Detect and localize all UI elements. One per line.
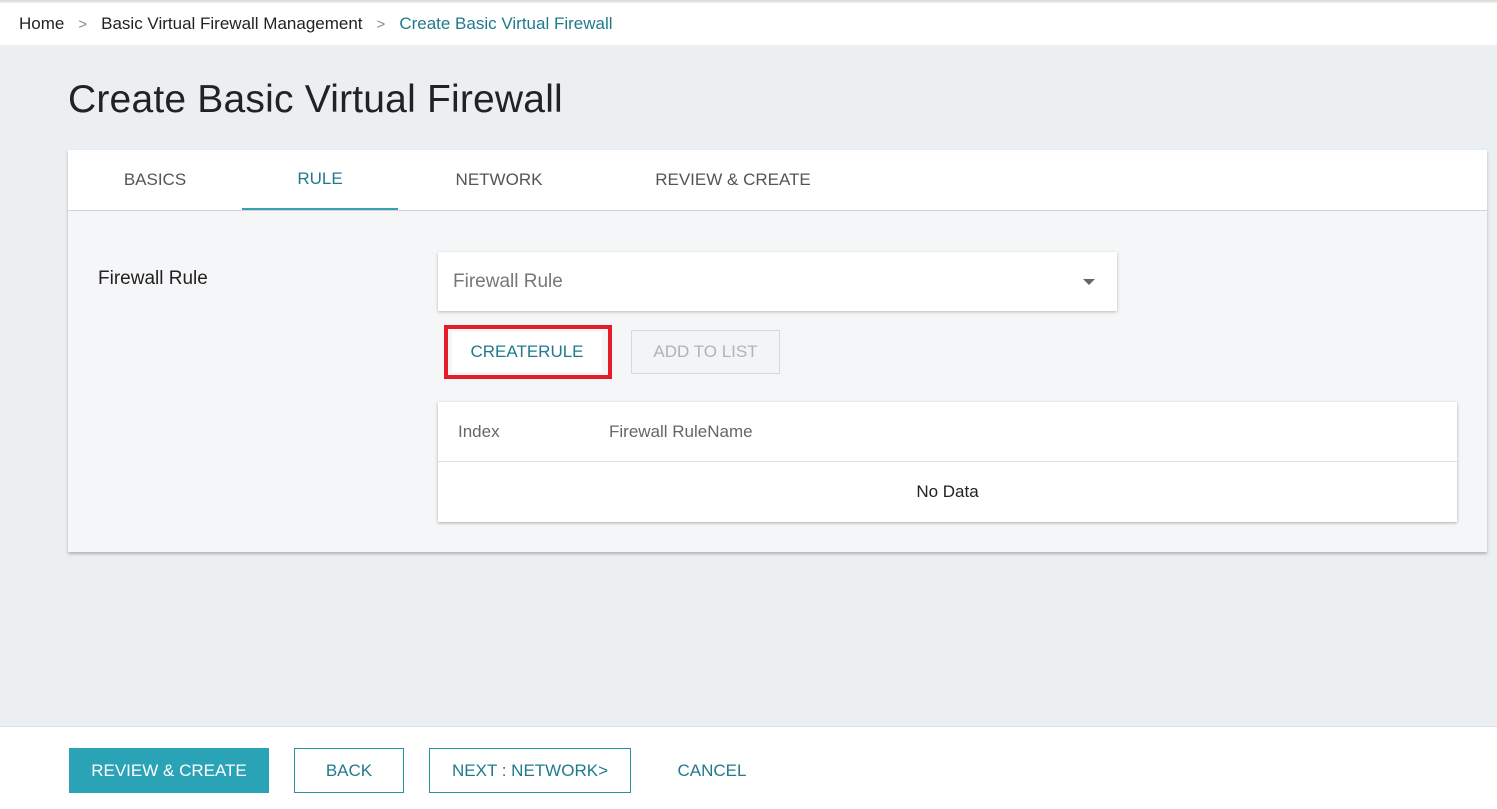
page-title: Create Basic Virtual Firewall (68, 78, 563, 121)
table-empty-state: No Data (916, 482, 979, 501)
breadcrumb-separator: > (78, 15, 88, 33)
form-card: BASICS RULE NETWORK REVIEW & CREATE Fire… (68, 150, 1487, 552)
tab-review-create[interactable]: REVIEW & CREATE (628, 150, 838, 210)
tab-basics[interactable]: BASICS (88, 150, 222, 210)
breadcrumb-current: Create Basic Virtual Firewall (399, 14, 613, 33)
add-to-list-button[interactable]: ADD TO LIST (631, 330, 780, 374)
tab-rule[interactable]: RULE (242, 150, 398, 210)
firewall-rule-select-placeholder: Firewall Rule (453, 270, 563, 292)
review-create-button[interactable]: REVIEW & CREATE (69, 748, 269, 793)
firewall-rule-label: Firewall Rule (98, 268, 208, 289)
next-network-button[interactable]: NEXT : NETWORK> (429, 748, 631, 793)
breadcrumb-firewall-management[interactable]: Basic Virtual Firewall Management (101, 14, 362, 34)
breadcrumb: Home > Basic Virtual Firewall Management… (0, 3, 1497, 45)
cancel-button[interactable]: CANCEL (661, 748, 763, 793)
tab-network[interactable]: NETWORK (418, 150, 580, 210)
tab-bar: BASICS RULE NETWORK REVIEW & CREATE (68, 150, 1487, 211)
caret-down-icon (1083, 279, 1095, 285)
breadcrumb-home[interactable]: Home (19, 14, 64, 34)
table-header: Index Firewall RuleName (438, 402, 1457, 462)
create-rule-button[interactable]: CREATERULE (452, 332, 602, 372)
footer-bar: REVIEW & CREATE BACK NEXT : NETWORK> CAN… (0, 726, 1497, 809)
column-header-rule-name: Firewall RuleName (609, 422, 753, 441)
firewall-rule-select[interactable]: Firewall Rule (438, 252, 1117, 311)
back-button[interactable]: BACK (294, 748, 404, 793)
column-header-index: Index (458, 422, 500, 441)
breadcrumb-separator: > (376, 15, 386, 33)
rule-table: Index Firewall RuleName No Data (438, 402, 1457, 522)
